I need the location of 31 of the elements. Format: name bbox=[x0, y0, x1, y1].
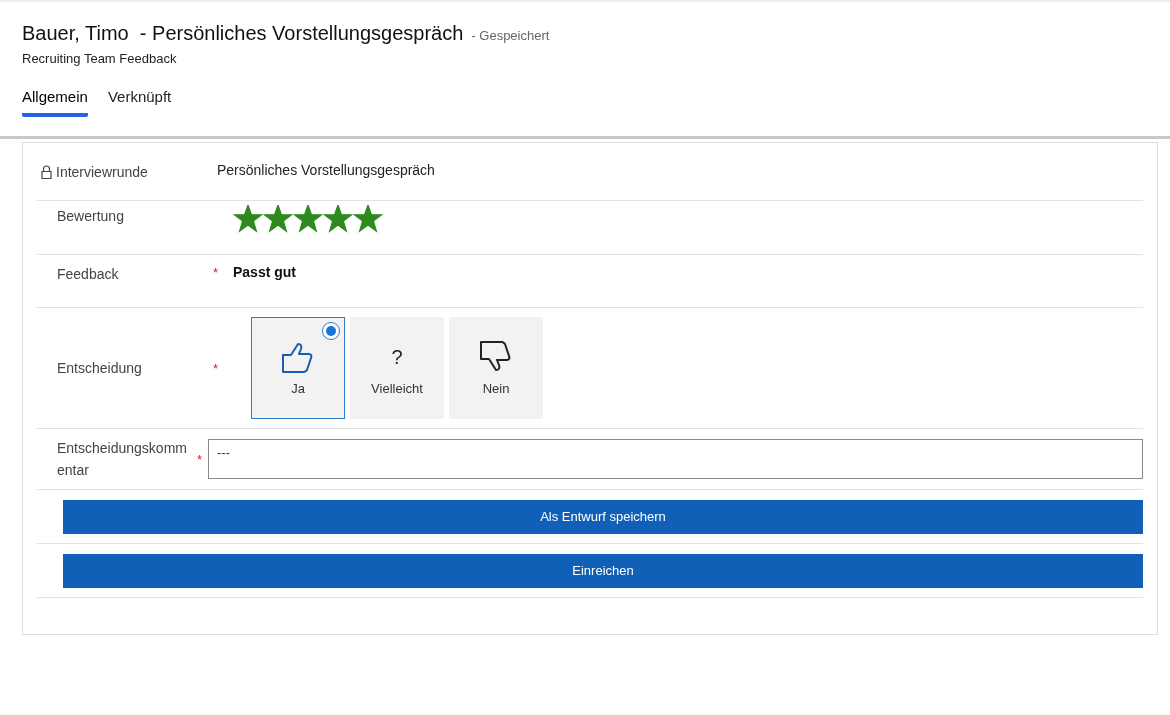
choice-option[interactable]: Nein bbox=[449, 317, 543, 419]
field-label: Feedback bbox=[57, 265, 119, 284]
required-asterisk: * bbox=[213, 265, 219, 280]
field-value: Passt gut bbox=[233, 264, 296, 280]
tab[interactable]: Allgemein bbox=[22, 84, 88, 117]
star-icon bbox=[263, 205, 293, 233]
star-icon bbox=[353, 205, 383, 233]
field-label: Interviewrunde bbox=[56, 163, 148, 182]
thumbs-up-icon bbox=[281, 340, 315, 373]
required-asterisk: * bbox=[213, 361, 219, 376]
star-icon bbox=[233, 205, 263, 233]
choice-option[interactable]: ? Vielleicht bbox=[350, 317, 444, 419]
radio-indicator-icon bbox=[322, 322, 340, 340]
tab[interactable]: Verknüpft bbox=[107, 84, 172, 117]
required-asterisk: * bbox=[197, 452, 203, 467]
action-button[interactable]: Als Entwurf speichern bbox=[63, 499, 1143, 534]
star-icon bbox=[293, 205, 323, 233]
field-label: Entscheidung bbox=[57, 359, 142, 378]
star-icon bbox=[323, 205, 353, 233]
lock-icon bbox=[41, 165, 52, 179]
save-status: - Gespeichert bbox=[471, 28, 550, 43]
thumbs-down-icon bbox=[479, 340, 513, 373]
choice-option[interactable]: Ja bbox=[251, 317, 345, 419]
field-label: Bewertung bbox=[57, 207, 124, 226]
action-button[interactable]: Einreichen bbox=[63, 553, 1143, 588]
field-label: Entscheidungskommentar bbox=[57, 439, 187, 480]
star-rating[interactable] bbox=[233, 205, 383, 233]
comment-field[interactable]: --- bbox=[208, 439, 1143, 479]
field-value: Persönliches Vorstellungsgespräch bbox=[217, 162, 435, 178]
record-title: Bauer, Timo - Persönliches Vorstellungsgespräch bbox=[22, 22, 464, 45]
form-name: Recruiting Team Feedback bbox=[22, 51, 178, 66]
